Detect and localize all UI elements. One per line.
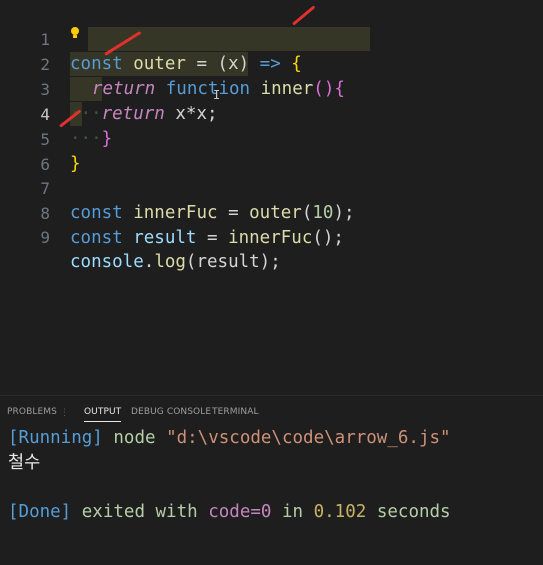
panel-tabs: PROBLEMS ⋮ OUTPUT DEBUG CONSOLE TERMINAL xyxy=(0,396,543,428)
code-line-7: 7 const innerFuc = outer(10); xyxy=(0,151,543,223)
text-cursor-icon: I xyxy=(213,88,221,102)
code-line-6: 6 xyxy=(0,127,543,174)
lightbulb-icon[interactable] xyxy=(69,26,81,40)
code-line-3: 3 ···return x*x; xyxy=(0,52,543,124)
args: (result); xyxy=(185,252,281,272)
tab-output[interactable]: OUTPUT xyxy=(84,407,122,422)
exit-code: code=0 xyxy=(208,502,272,522)
seconds-text: seconds xyxy=(376,502,451,522)
identifier: result xyxy=(133,228,197,248)
method-name: log xyxy=(154,252,186,272)
command: node xyxy=(113,428,156,448)
keyword: const xyxy=(70,228,123,248)
tab-problems[interactable]: PROBLEMS xyxy=(7,407,57,417)
code-line-8: 8 const result = innerFuc(); xyxy=(0,176,543,248)
output-done-line: [Done] exited with code=0 in 0.102 secon… xyxy=(8,500,451,525)
dot: . xyxy=(143,252,155,272)
code-line-9: 9 console.log(result); xyxy=(0,200,543,272)
tab-separator: ⋮ xyxy=(60,408,69,418)
tab-debug-console[interactable]: DEBUG CONSOLE xyxy=(131,407,211,417)
output-result-line: 철수 xyxy=(8,451,40,476)
done-tag: [Done] xyxy=(8,502,72,522)
program-output: 철수 xyxy=(8,453,41,473)
file-path: "d:\vscode\code\arrow_6.js" xyxy=(166,428,451,448)
tab-terminal[interactable]: TERMINAL xyxy=(212,407,259,417)
parens: (); xyxy=(312,228,344,248)
output-running-line: [Running] node "d:\vscode\code\arrow_6.j… xyxy=(8,426,451,451)
code-line-1: 1 const outer = (x) => { xyxy=(0,2,543,74)
elapsed-time: 0.102 xyxy=(313,502,367,522)
code-editor[interactable]: 1 const outer = (x) => { 2 return functi… xyxy=(0,0,543,395)
in-text: in xyxy=(281,502,304,522)
code-line-2: 2 return function inner(){ xyxy=(0,27,543,99)
identifier: console xyxy=(70,252,144,272)
running-tag: [Running] xyxy=(8,428,103,448)
exit-text: exited with xyxy=(81,502,198,522)
operator: = xyxy=(196,228,229,248)
line-number: 9 xyxy=(40,228,50,247)
function-call: innerFuc xyxy=(228,228,313,248)
bottom-panel: PROBLEMS ⋮ OUTPUT DEBUG CONSOLE TERMINAL… xyxy=(0,395,543,565)
code-line-4: 4 ···} xyxy=(0,77,543,149)
code-line-5: 5 } xyxy=(0,102,543,174)
